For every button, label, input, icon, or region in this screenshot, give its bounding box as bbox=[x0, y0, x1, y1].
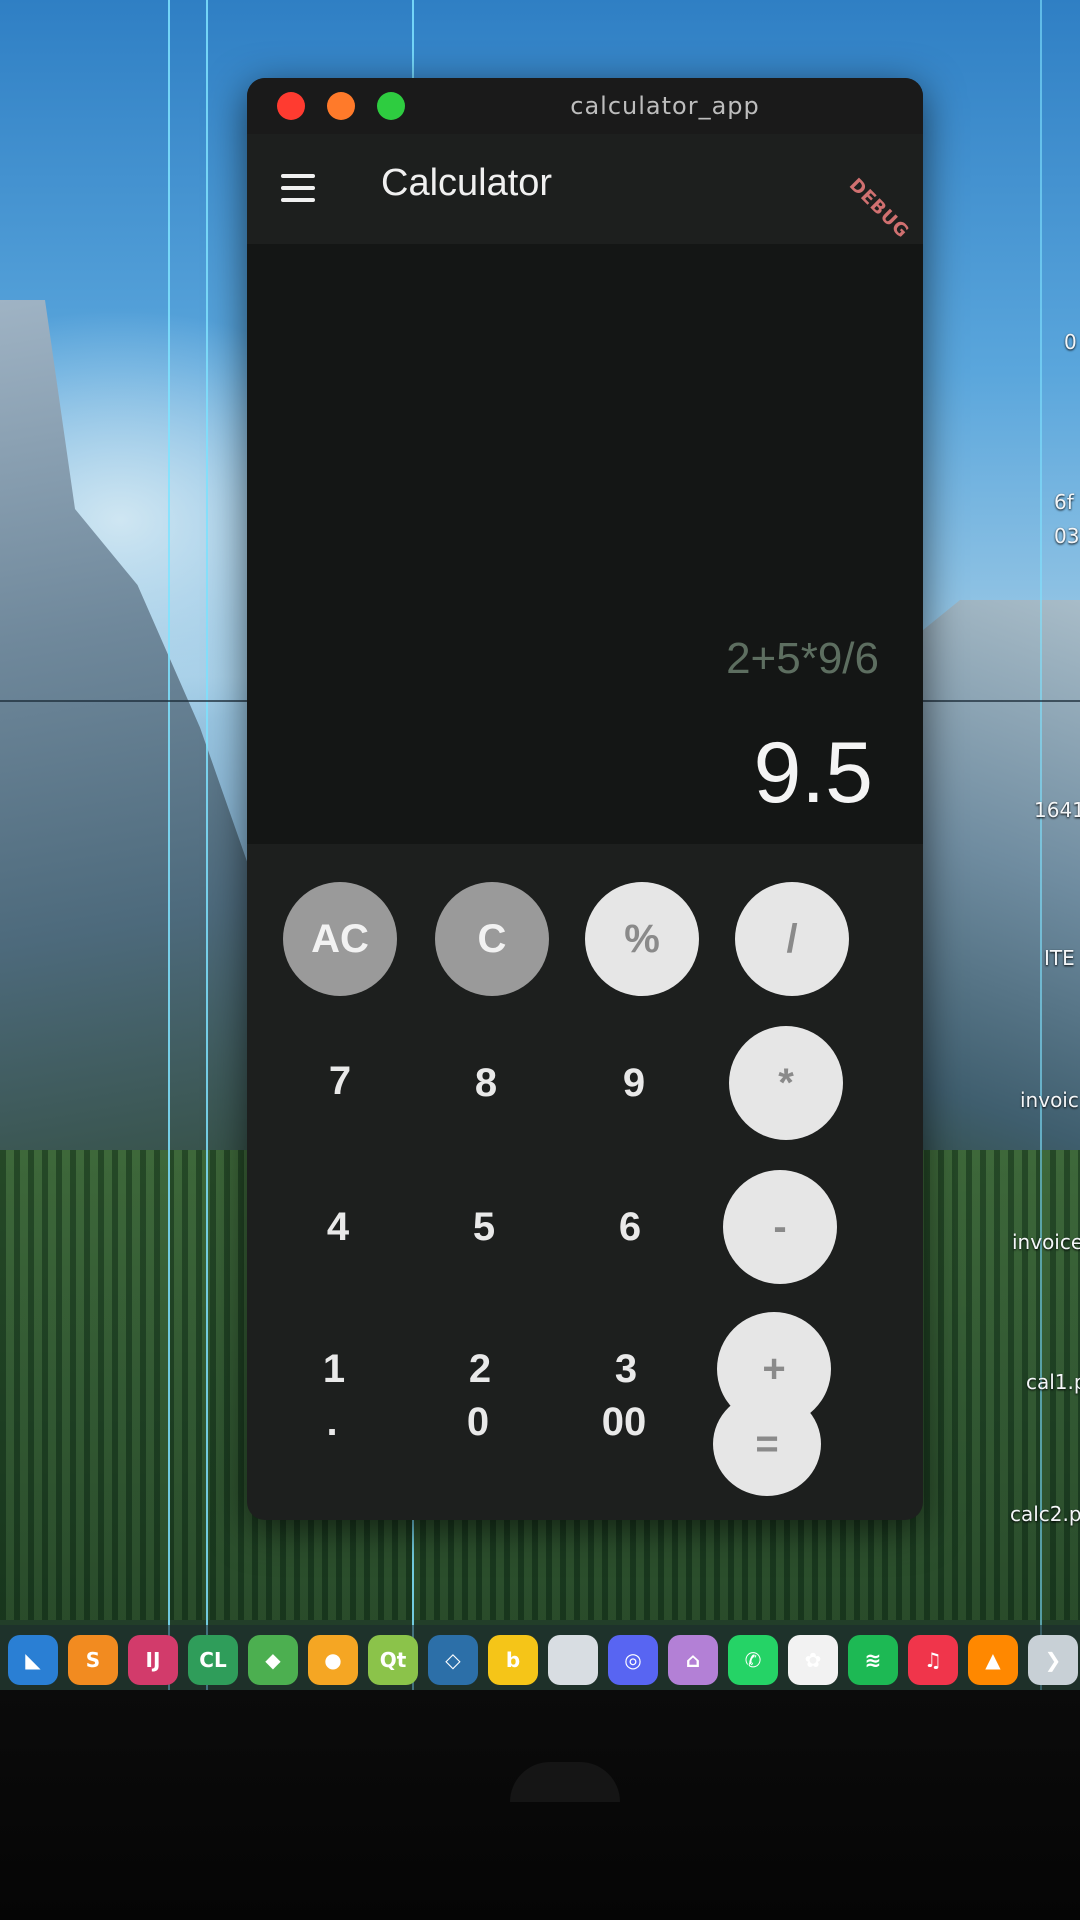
maps-icon[interactable]: ◆ bbox=[248, 1635, 298, 1685]
hamburger-menu-icon[interactable] bbox=[281, 174, 315, 202]
key-all-clear[interactable]: AC bbox=[283, 882, 397, 996]
key-4[interactable]: 4 bbox=[281, 1170, 395, 1284]
calculator-window: calculator_app Calculator DEBUG 2+5*9/6 … bbox=[247, 78, 923, 1520]
desktop-file-label[interactable]: 0 bbox=[1064, 330, 1077, 354]
key-subtract[interactable]: - bbox=[723, 1170, 837, 1284]
desktop-file-label[interactable]: 1641 bbox=[1034, 798, 1080, 822]
key-divide[interactable]: / bbox=[735, 882, 849, 996]
spotify-icon[interactable]: ≋ bbox=[848, 1635, 898, 1685]
calculator-display: 2+5*9/6 9.5 bbox=[247, 244, 923, 844]
vlc-icon[interactable]: ▲ bbox=[968, 1635, 1018, 1685]
key-equals[interactable]: = bbox=[713, 1392, 821, 1496]
key-clear[interactable]: C bbox=[435, 882, 549, 996]
qt-icon[interactable]: Qt bbox=[368, 1635, 418, 1685]
desktop-file-label[interactable]: 03 bbox=[1054, 524, 1079, 548]
blank-app-icon[interactable] bbox=[548, 1635, 598, 1685]
monitor-bezel bbox=[0, 1690, 1080, 1920]
chevron-right-icon[interactable]: ❯ bbox=[1028, 1635, 1078, 1685]
desktop-file-label[interactable]: invoice bbox=[1012, 1230, 1080, 1254]
key-7[interactable]: 7 bbox=[283, 1024, 397, 1138]
key-6[interactable]: 6 bbox=[573, 1170, 687, 1284]
desktop-scene: 0 6f 03 1641 ITE invoic invoice cal1.p c… bbox=[0, 0, 1080, 1920]
desktop-file-label[interactable]: 6f bbox=[1054, 490, 1074, 514]
desktop-file-label[interactable]: cal1.p bbox=[1026, 1370, 1080, 1394]
mysql-workbench-icon[interactable]: ◇ bbox=[428, 1635, 478, 1685]
dock: ◣ S IJ CL ◆ ● Qt ◇ b ◎ ⌂ ✆ ✿ ≋ ♫ ▲ ❯ bbox=[0, 1625, 1080, 1695]
key-multiply[interactable]: * bbox=[729, 1026, 843, 1140]
key-9[interactable]: 9 bbox=[577, 1026, 691, 1140]
sublime-icon[interactable]: S bbox=[68, 1635, 118, 1685]
photos-icon[interactable]: ✿ bbox=[788, 1635, 838, 1685]
key-percent[interactable]: % bbox=[585, 882, 699, 996]
guide-line bbox=[206, 0, 208, 1690]
app-title: Calculator bbox=[381, 162, 553, 204]
window-title: calculator_app bbox=[570, 92, 760, 120]
clion-icon[interactable]: CL bbox=[188, 1635, 238, 1685]
wallpaper-cliff-left bbox=[0, 300, 250, 1250]
desktop-file-label[interactable]: invoic bbox=[1020, 1088, 1079, 1112]
guide-line bbox=[168, 0, 170, 1690]
github-icon[interactable]: ⌂ bbox=[668, 1635, 718, 1685]
intellij-icon[interactable]: IJ bbox=[128, 1635, 178, 1685]
guide-line bbox=[1040, 0, 1042, 1690]
key-0[interactable]: 0 bbox=[421, 1382, 535, 1462]
key-decimal[interactable]: . bbox=[275, 1382, 389, 1462]
key-5[interactable]: 5 bbox=[427, 1170, 541, 1284]
desktop-file-label[interactable]: calc2.p bbox=[1010, 1502, 1080, 1526]
whatsapp-icon[interactable]: ✆ bbox=[728, 1635, 778, 1685]
key-8[interactable]: 8 bbox=[429, 1026, 543, 1140]
keypad: AC C % / 7 8 9 * 4 5 6 - 1 2 3 + . 0 00 … bbox=[247, 790, 923, 1510]
key-double-zero[interactable]: 00 bbox=[567, 1382, 681, 1462]
discord-icon[interactable]: ◎ bbox=[608, 1635, 658, 1685]
app-bar: Calculator DEBUG bbox=[247, 134, 923, 244]
b-app-icon[interactable]: b bbox=[488, 1635, 538, 1685]
window-titlebar[interactable]: calculator_app bbox=[247, 78, 923, 134]
desktop-file-label[interactable]: ITE bbox=[1044, 946, 1075, 970]
music-icon[interactable]: ♫ bbox=[908, 1635, 958, 1685]
expression-text: 2+5*9/6 bbox=[726, 634, 879, 683]
postman-icon[interactable]: ● bbox=[308, 1635, 358, 1685]
vscode-icon[interactable]: ◣ bbox=[8, 1635, 58, 1685]
